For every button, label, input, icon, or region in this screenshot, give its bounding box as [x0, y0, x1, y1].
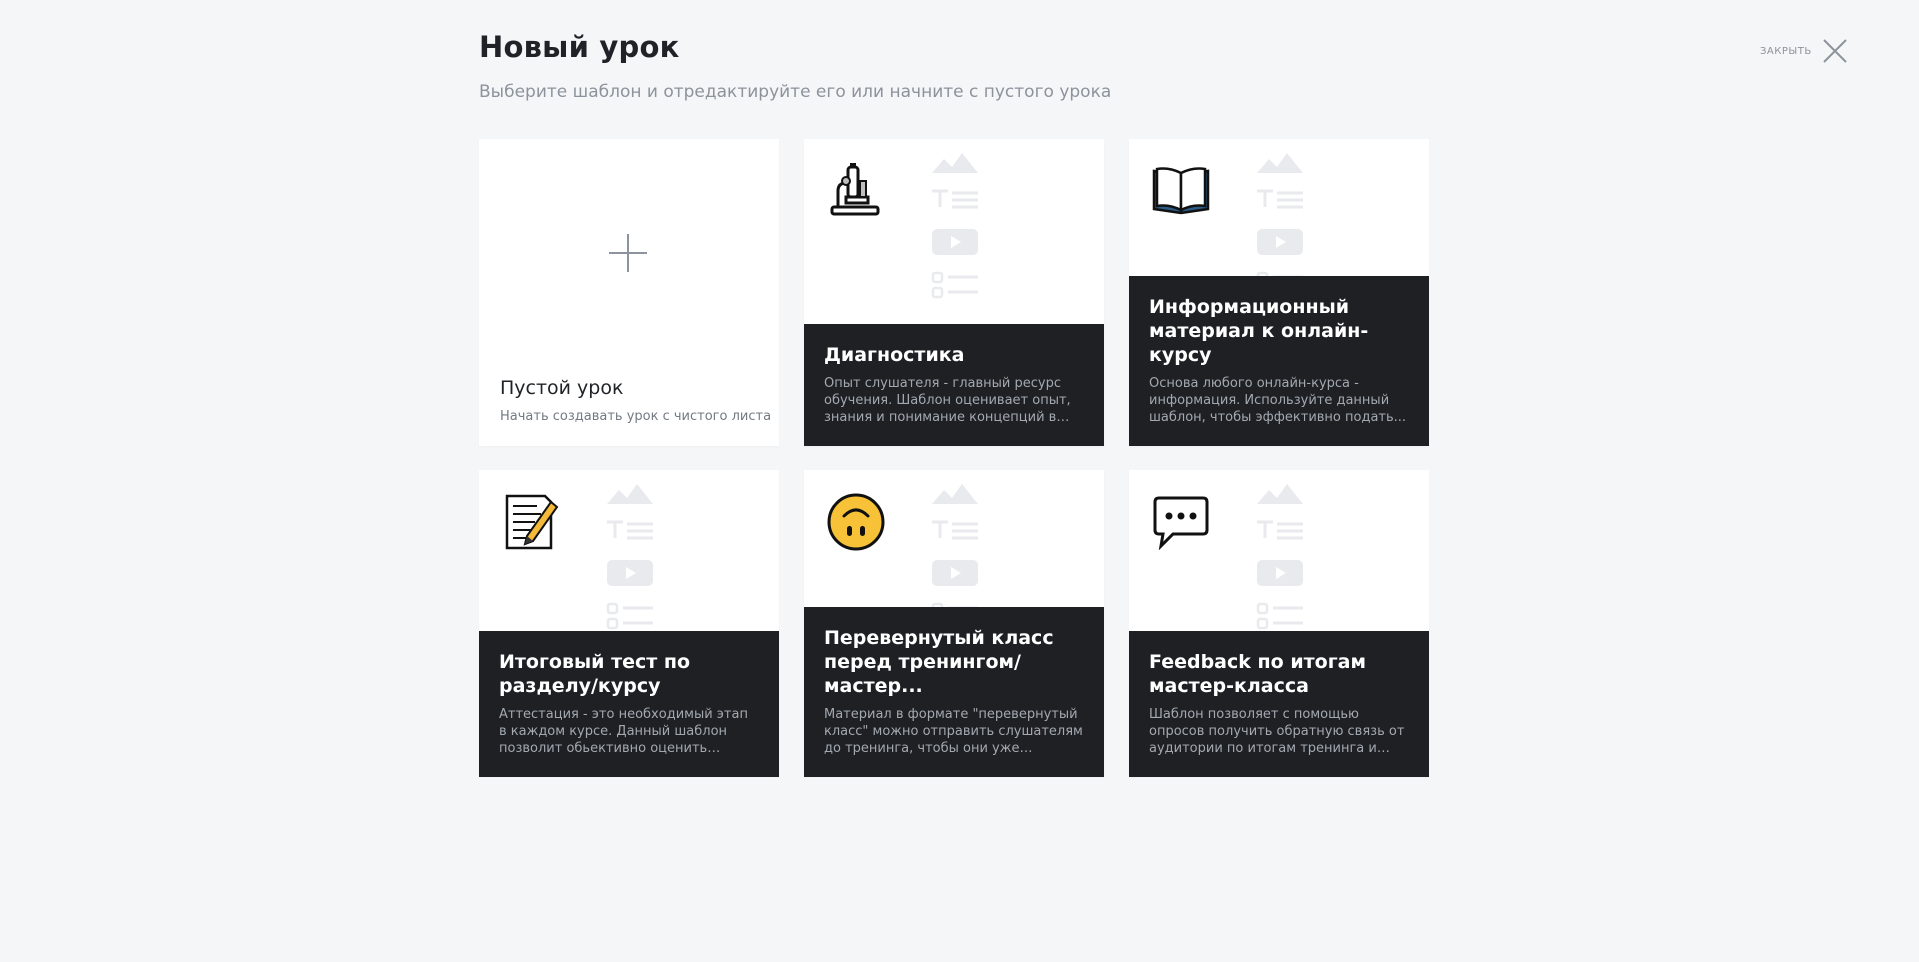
template-card-informational-material[interactable]: Информационный материал к онлайн-курсу О… — [1129, 139, 1429, 446]
template-description: Основа любого онлайн-курса - информация.… — [1149, 376, 1407, 425]
template-description: Аттестация - это необходимый этап в кажд… — [499, 707, 748, 756]
close-button[interactable]: ЗАКРЫТЬ — [1760, 36, 1848, 66]
template-info-panel: Информационный материал к онлайн-курсу О… — [1129, 276, 1429, 446]
memo-icon — [505, 494, 559, 550]
template-info-panel: Feedback по итогам мастер-класса Шаблон … — [1129, 631, 1429, 777]
template-card-flipped-classroom[interactable]: Перевернутый класс перед тренингом/масте… — [804, 470, 1104, 777]
blank-lesson-card[interactable]: Пустой урок Начать создавать урок с чист… — [479, 139, 779, 446]
template-card-final-test[interactable]: Итоговый тест по разделу/курсу Аттестаци… — [479, 470, 779, 777]
template-preview-icon — [931, 153, 978, 299]
microscope-icon — [830, 163, 880, 216]
page-subtitle: Выберите шаблон и отредактируйте его или… — [479, 82, 1112, 102]
template-title: Перевернутый класс перед тренингом/масте… — [824, 627, 1054, 697]
template-info-panel: Итоговый тест по разделу/курсу Аттестаци… — [479, 631, 779, 777]
blank-lesson-description: Начать создавать урок с чистого листа — [500, 409, 772, 424]
template-card-diagnostics[interactable]: Диагностика Опыт слушателя - главный рес… — [804, 139, 1104, 446]
template-preview-icon — [1256, 484, 1303, 630]
template-description: Опыт слушателя - главный ресурс обучения… — [824, 376, 1071, 425]
template-description: Шаблон позволяет с помощью опросов получ… — [1149, 707, 1405, 756]
template-title: Feedback по итогам мастер-класса — [1149, 651, 1366, 697]
upside-down-face-icon — [827, 493, 885, 551]
template-card-feedback[interactable]: Feedback по итогам мастер-класса Шаблон … — [1129, 470, 1429, 777]
template-info-panel: Перевернутый класс перед тренингом/масте… — [804, 607, 1104, 777]
template-title: Информационный материал к онлайн-курсу — [1149, 296, 1369, 366]
close-icon — [1822, 39, 1847, 63]
plus-icon — [609, 234, 647, 272]
template-preview-icon — [606, 484, 653, 630]
page-title: Новый урок — [479, 30, 680, 64]
close-label: ЗАКРЫТЬ — [1760, 45, 1812, 57]
open-book-icon — [1152, 167, 1210, 215]
template-grid: Пустой урок Начать создавать урок с чист… — [479, 139, 1429, 777]
template-title: Итоговый тест по разделу/курсу — [499, 651, 691, 697]
page-header: Новый урок Выберите шаблон и отредактиру… — [479, 30, 1439, 102]
speech-bubble-icon — [1153, 496, 1209, 551]
template-title: Диагностика — [824, 344, 965, 366]
template-description: Материал в формате "перевернутый класс" … — [824, 707, 1083, 756]
blank-lesson-title: Пустой урок — [500, 377, 624, 399]
template-info-panel: Диагностика Опыт слушателя - главный рес… — [804, 324, 1104, 446]
